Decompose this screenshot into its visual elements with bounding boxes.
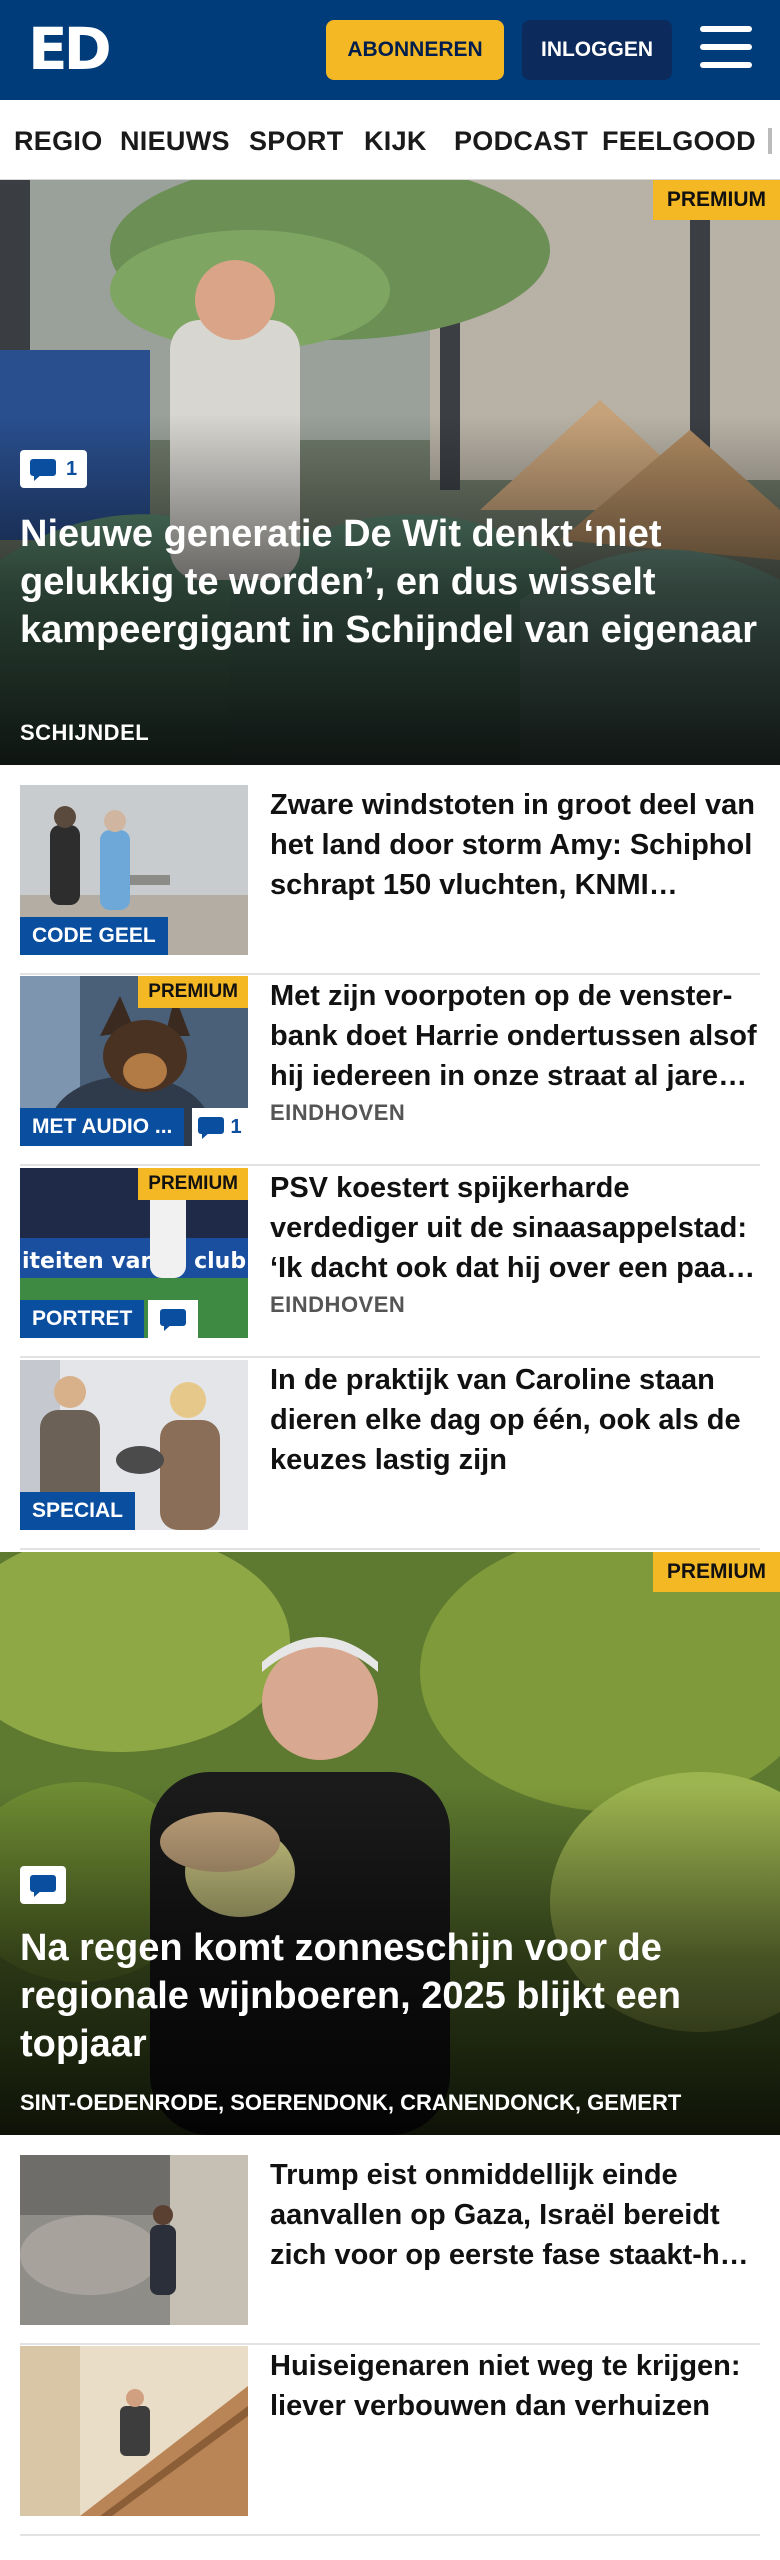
article-headline[interactable]: Zware windstoten in groot deel van het l… (270, 785, 760, 905)
nav-overflow-indicator (768, 128, 772, 154)
article-thumbnail: CODE GEEL (20, 785, 248, 955)
nav-item-nieuws[interactable]: NIEUWS (120, 126, 230, 157)
article-headline[interactable]: Met zijn voorpoten op de venster­bank do… (270, 976, 760, 1096)
comment-count-badge[interactable] (148, 1300, 198, 1338)
article-headline[interactable]: Huiseigenaren niet weg te krijgen: lieve… (270, 2346, 760, 2426)
list-item[interactable]: iteiten van jo club PREMIUM PORTRET PSV … (20, 1168, 760, 1358)
comment-count-badge[interactable]: 1 (20, 450, 88, 488)
comment-count: 1 (66, 457, 78, 480)
premium-badge: PREMIUM (652, 1552, 780, 1592)
article-thumbnail: SPECIAL (20, 1360, 248, 1530)
comment-icon (198, 1117, 225, 1139)
nav-item-kijk[interactable]: KIJK (364, 126, 427, 157)
comment-count-badge[interactable] (20, 1866, 66, 1904)
site-logo[interactable]: ED (28, 20, 112, 78)
premium-badge: PREMIUM (138, 1168, 248, 1200)
nav-item-feelgood[interactable]: FEELGOOD (602, 126, 756, 157)
hamburger-menu-icon[interactable] (700, 26, 752, 72)
site-header: ED ABONNEREN INLOGGEN (0, 0, 780, 100)
list-item[interactable]: SPECIAL In de praktijk van Caroline staa… (20, 1360, 760, 1550)
section-nav: REGIO NIEUWS SPORT KIJK PODCAST FEELGOOD (0, 100, 780, 180)
hero-headline[interactable]: Nieuwe generatie De Wit denkt ‘niet gelu… (20, 510, 760, 654)
premium-badge: PREMIUM (652, 180, 780, 220)
hero-location: SINT-OEDENRODE, SOERENDONK, CRANENDONCK,… (20, 2090, 682, 2115)
category-label: MET AUDIO ... (20, 1108, 185, 1146)
article-headline[interactable]: Trump eist onmiddellijk einde aanvallen … (270, 2155, 760, 2275)
comment-count: 1 (230, 1115, 242, 1138)
article-thumbnail: PREMIUM MET AUDIO ... 1 (20, 976, 248, 1146)
article-thumbnail: iteiten van jo club PREMIUM PORTRET (20, 1168, 248, 1338)
login-button[interactable]: INLOGGEN (522, 20, 672, 80)
hero-location: SCHIJNDEL (20, 720, 150, 745)
category-label: SPECIAL (20, 1492, 136, 1530)
list-item[interactable]: PREMIUM MET AUDIO ... 1 Met zijn voorpot… (20, 976, 760, 1166)
comment-count-badge[interactable]: 1 (192, 1108, 248, 1146)
list-item[interactable]: CODE GEEL Zware windstoten in groot deel… (20, 785, 760, 975)
comment-icon (160, 1309, 186, 1331)
subscribe-button[interactable]: ABONNEREN (326, 20, 504, 80)
hero-headline[interactable]: Na regen komt zonneschijn voor de region… (20, 1924, 760, 2068)
nav-item-regio[interactable]: REGIO (14, 126, 103, 157)
article-thumbnail (20, 2155, 248, 2325)
article-location: EINDHOVEN (270, 1100, 406, 1125)
article-thumbnail (20, 2346, 248, 2516)
list-item[interactable]: Huiseigenaren niet weg te krijgen: lieve… (20, 2346, 760, 2536)
hero-article[interactable]: PREMIUM Na regen komt zonneschijn voor d… (0, 1552, 780, 2135)
nav-item-podcast[interactable]: PODCAST (454, 126, 588, 157)
category-label: CODE GEEL (20, 917, 168, 955)
comment-icon (30, 1875, 56, 1897)
image-banner-text: iteiten van jo club (22, 1249, 246, 1274)
article-headline[interactable]: In de praktijk van Caroline staan dieren… (270, 1360, 760, 1480)
nav-item-sport[interactable]: SPORT (249, 126, 344, 157)
premium-badge: PREMIUM (138, 976, 248, 1008)
comment-icon (30, 459, 56, 481)
article-location: EINDHOVEN (270, 1292, 406, 1317)
hero-article[interactable]: PREMIUM 1 Nieuwe generatie De Wit denkt … (0, 180, 780, 765)
category-label: PORTRET (20, 1300, 145, 1338)
list-item[interactable]: Trump eist onmiddellijk einde aanvallen … (20, 2155, 760, 2345)
article-headline[interactable]: PSV koestert spijkerharde verdediger uit… (270, 1168, 760, 1288)
